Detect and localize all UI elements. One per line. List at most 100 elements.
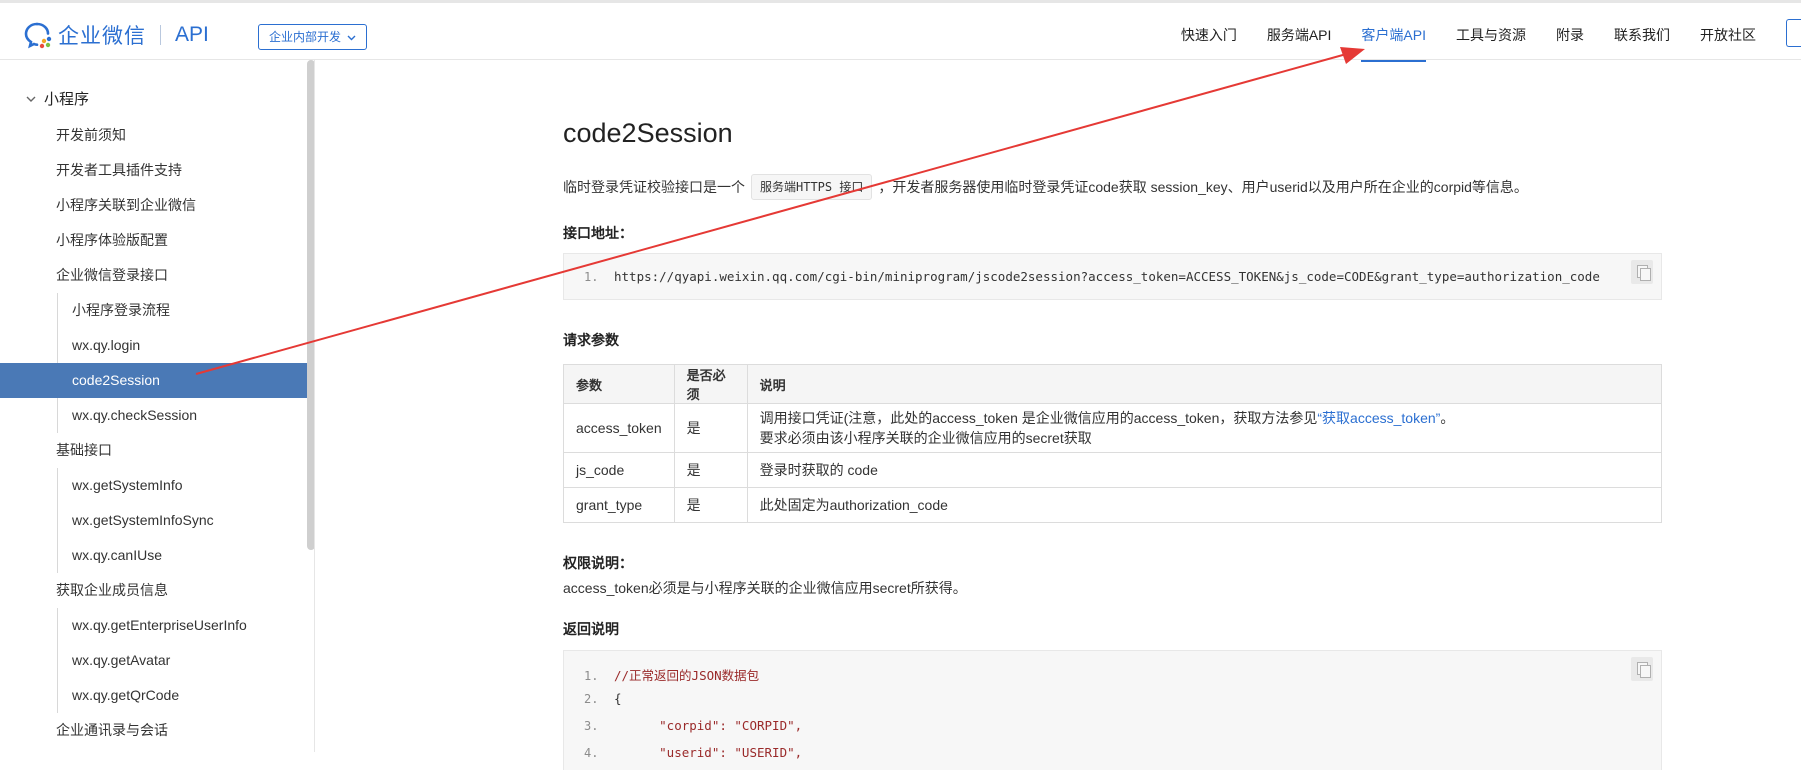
table-row: grant_type 是 此处固定为authorization_code: [563, 487, 1663, 523]
sidebar-item-label: 基础接口: [56, 442, 112, 458]
nav-server-api[interactable]: 服务端API: [1267, 5, 1332, 62]
sidebar-scrollbar[interactable]: [307, 60, 314, 550]
sidebar-item-label: 开发前须知: [56, 127, 126, 143]
line-number: 4.: [584, 746, 599, 760]
line-number: 2.: [584, 692, 599, 706]
code-line: 4. "userid": "USERID",: [584, 745, 802, 760]
col-desc: 说明: [746, 364, 1663, 404]
desc-text-end: 。: [1440, 410, 1455, 426]
sidebar-item[interactable]: 小程序体验版配置: [0, 223, 308, 258]
sidebar-item-label: wx.qy.getAvatar: [72, 652, 171, 668]
desc-text: 调用接口凭证(注意，此处的access_token 是企业微信应用的access…: [759, 410, 1318, 426]
sidebar-item-label: 企业通讯录与会话: [56, 722, 168, 738]
desc-line2: 要求必须由该小程序关联的企业微信应用的secret获取: [759, 430, 1092, 446]
logo-divider: [160, 25, 161, 45]
sidebar-item-label: wx.qy.getQrCode: [72, 687, 180, 703]
dev-type-label: 企业内部开发: [269, 30, 342, 44]
cell-desc: 此处固定为authorization_code: [746, 487, 1663, 523]
sidebar-item[interactable]: 小程序关联到企业微信: [0, 188, 308, 223]
top-nav: 快速入门 服务端API 客户端API 工具与资源 附录 联系我们 开放社区: [1181, 3, 1801, 63]
sidebar-item[interactable]: wx.getSystemInfoSync: [0, 503, 308, 538]
sidebar-item[interactable]: 开发前须知: [0, 118, 308, 153]
cell-desc: 登录时获取的 code: [746, 452, 1663, 488]
code-line: 3. "corpid": "CORPID",: [584, 718, 802, 733]
cell-desc: 调用接口凭证(注意，此处的access_token 是企业微信应用的access…: [746, 403, 1663, 453]
logo-api-text: API: [175, 23, 209, 46]
nav-login-button[interactable]: [1786, 19, 1801, 47]
sidebar-item[interactable]: 开发者工具插件支持: [0, 153, 308, 188]
sidebar-item-label: 小程序登录流程: [72, 302, 170, 318]
sidebar-root-miniprogram[interactable]: 小程序: [24, 88, 89, 109]
copy-icon[interactable]: [1631, 260, 1653, 284]
code-line: 1. //正常返回的JSON数据包: [584, 665, 759, 684]
nav-client-api[interactable]: 客户端API: [1361, 5, 1426, 62]
sidebar-item[interactable]: wx.getSystemInfo: [0, 468, 308, 503]
intro-code-tag: 服务端HTTPS 接口: [751, 174, 873, 200]
main-content: code2Session 临时登录凭证校验接口是一个 服务端HTTPS 接口 ，…: [315, 60, 1801, 770]
line-number: 1.: [584, 270, 599, 284]
chevron-down-icon: [26, 96, 36, 102]
cell-param: access_token: [563, 403, 675, 453]
sidebar-item[interactable]: 企业通讯录与会话: [0, 713, 308, 748]
nav-quickstart[interactable]: 快速入门: [1181, 5, 1237, 62]
table-row: js_code 是 登录时获取的 code: [563, 452, 1663, 488]
nav-appendix[interactable]: 附录: [1556, 5, 1584, 62]
sidebar-item-label: wx.qy.canIUse: [72, 547, 162, 563]
logo[interactable]: 企业微信 API: [24, 21, 209, 49]
line-number: 3.: [584, 719, 599, 733]
code-line: 2. {: [584, 691, 622, 706]
line-number: 1.: [584, 669, 599, 683]
nav-contact[interactable]: 联系我们: [1614, 5, 1670, 62]
cell-param: grant_type: [563, 487, 675, 523]
cell-param: js_code: [563, 452, 675, 488]
sidebar-item[interactable]: code2Session: [0, 363, 308, 398]
sidebar-item-label: wx.qy.checkSession: [72, 407, 198, 423]
get-access-token-link[interactable]: “获取access_token”: [1317, 410, 1440, 426]
intro-paragraph: 临时登录凭证校验接口是一个 服务端HTTPS 接口 ，开发者服务器使用临时登录凭…: [563, 174, 1528, 200]
sidebar-item[interactable]: wx.qy.canIUse: [0, 538, 308, 573]
params-heading: 请求参数: [563, 332, 619, 348]
nav-community[interactable]: 开放社区: [1700, 5, 1756, 62]
params-table: 参数 是否必须 说明 access_token 是 调用接口凭证(注意，此处的a…: [563, 364, 1663, 523]
page-title: code2Session: [563, 118, 733, 148]
dev-type-dropdown[interactable]: 企业内部开发: [258, 24, 368, 50]
sidebar-item[interactable]: wx.qy.checkSession: [0, 398, 308, 433]
table-row: access_token 是 调用接口凭证(注意，此处的access_token…: [563, 403, 1663, 453]
sidebar-item-label: 开发者工具插件支持: [56, 162, 182, 178]
url-code-block: 1. https://qyapi.weixin.qq.com/cgi-bin/mi…: [563, 253, 1662, 300]
sidebar-item-label: wx.qy.login: [72, 337, 141, 353]
copy-icon[interactable]: [1631, 657, 1653, 681]
sidebar-item-label: 企业微信登录接口: [56, 267, 168, 283]
sidebar-item[interactable]: 小程序登录流程: [0, 293, 308, 328]
cell-required: 是: [673, 403, 748, 453]
chevron-down-icon: [347, 35, 356, 41]
sidebar-item[interactable]: 获取企业成员信息: [0, 573, 308, 608]
permission-heading: 权限说明：: [563, 555, 633, 571]
code-text: "corpid": "CORPID",: [614, 718, 803, 733]
top-header: 企业微信 API 企业内部开发 快速入门 服务端API 客户端API 工具与资源…: [0, 0, 1801, 63]
permission-text: access_token必须是与小程序关联的企业微信应用secret所获得。: [563, 580, 967, 596]
sidebar-item-label: 小程序体验版配置: [56, 232, 168, 248]
sidebar-item-label: wx.qy.getEnterpriseUserInfo: [72, 617, 247, 633]
code-comment: //正常返回的JSON数据包: [614, 668, 760, 683]
sidebar-item[interactable]: wx.qy.getEnterpriseUserInfo: [0, 608, 308, 643]
sidebar-item-label: 获取企业成员信息: [56, 582, 168, 598]
url-code-line: 1. https://qyapi.weixin.qq.com/cgi-bin/mi…: [584, 269, 1600, 284]
col-param: 参数: [563, 364, 675, 404]
sidebar-item-label: code2Session: [72, 372, 160, 388]
nav-tools[interactable]: 工具与资源: [1456, 5, 1526, 62]
intro-text-before: 临时登录凭证校验接口是一个: [563, 179, 745, 195]
sidebar-item[interactable]: wx.qy.login: [0, 328, 308, 363]
sidebar-item[interactable]: 企业微信登录接口: [0, 258, 308, 293]
api-url: https://qyapi.weixin.qq.com/cgi-bin/mini…: [614, 269, 1600, 284]
intro-text-after: ，开发者服务器使用临时登录凭证code获取 session_key、用户user…: [878, 179, 1528, 195]
code-text: {: [614, 691, 622, 706]
sidebar-item[interactable]: wx.qy.getQrCode: [0, 678, 308, 713]
logo-text: 企业微信: [58, 25, 146, 48]
sidebar-item[interactable]: 基础接口: [0, 433, 308, 468]
sidebar-root-label: 小程序: [44, 91, 90, 108]
sidebar-item-label: wx.getSystemInfo: [72, 477, 183, 493]
url-heading: 接口地址：: [563, 225, 633, 241]
return-code-block: 1. //正常返回的JSON数据包 2. { 3. "corpid": "CORPI…: [563, 650, 1662, 770]
sidebar-item[interactable]: wx.qy.getAvatar: [0, 643, 308, 678]
